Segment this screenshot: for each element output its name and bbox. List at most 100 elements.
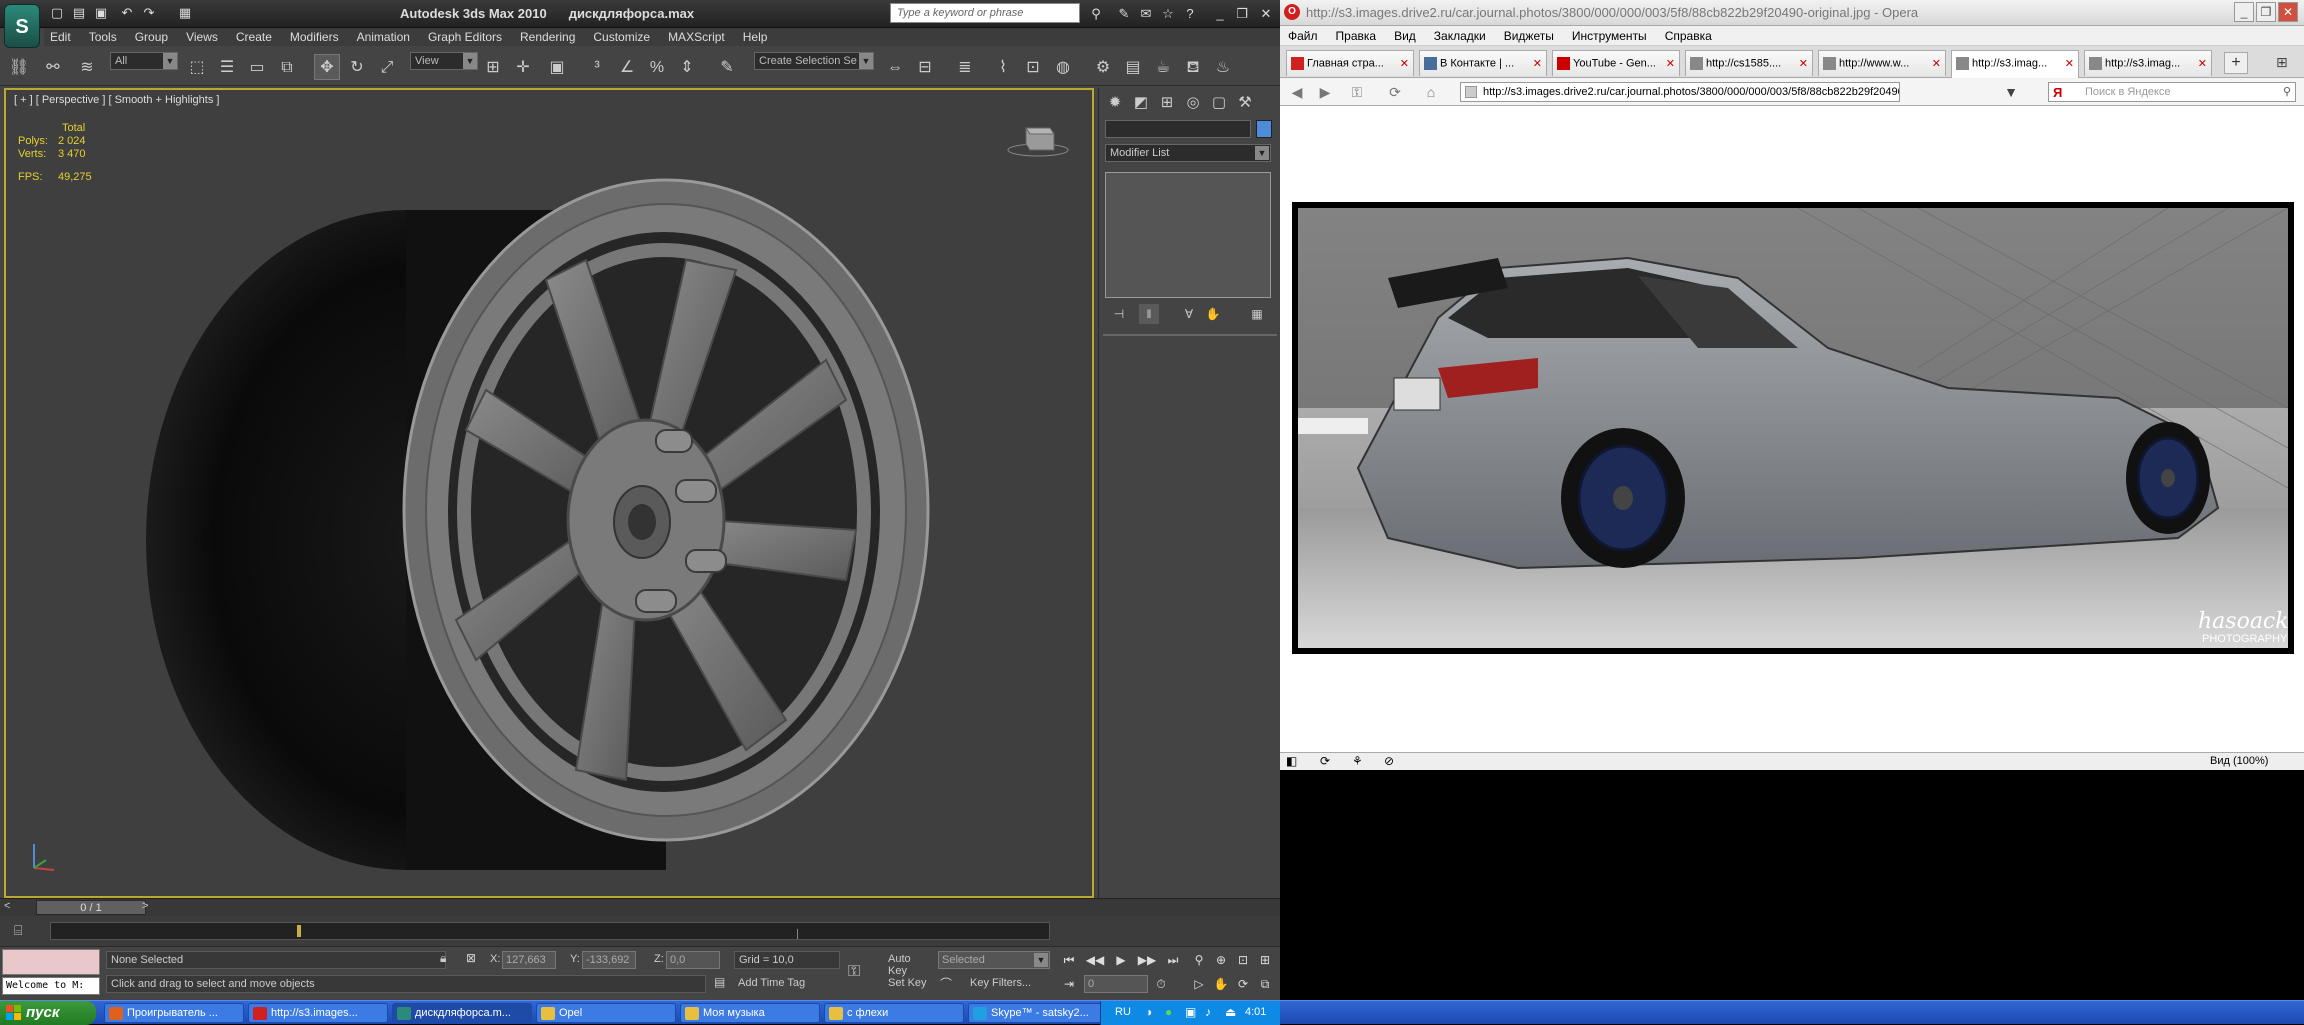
yandex-logo-icon[interactable]: Я bbox=[2053, 85, 2062, 100]
taskbar-item-1[interactable]: http://s3.images... bbox=[248, 1003, 388, 1023]
tab-0[interactable]: Главная стра... ✕ bbox=[1286, 50, 1414, 76]
layer-manager-icon[interactable]: ≣ bbox=[952, 54, 978, 80]
binoculars-icon[interactable]: ⚲ bbox=[1086, 4, 1106, 24]
select-scale-icon[interactable]: ⤢ bbox=[374, 54, 400, 80]
remove-modifier-icon[interactable]: ✋ bbox=[1203, 304, 1223, 324]
tab-1[interactable]: В Контакте | ... ✕ bbox=[1419, 50, 1547, 76]
reference-coord-select[interactable]: View ▼ bbox=[410, 52, 478, 70]
next-frame-icon[interactable]: ▶▶ bbox=[1136, 951, 1158, 969]
menu-views[interactable]: Views bbox=[180, 28, 224, 44]
mini-curve-editor-icon[interactable]: ⌸ bbox=[14, 922, 22, 939]
taskbar-item-3[interactable]: Opel bbox=[536, 1003, 676, 1023]
set-key-icon[interactable]: ⚿ bbox=[848, 963, 860, 981]
project-folder-icon[interactable]: ▦ bbox=[176, 4, 194, 22]
create-tab-icon[interactable]: ✹ bbox=[1103, 92, 1127, 114]
select-object-icon[interactable]: ⬚ bbox=[184, 54, 210, 80]
add-time-tag[interactable]: Add Time Tag bbox=[734, 975, 840, 993]
zoom-icon[interactable]: ⚲ bbox=[1188, 951, 1210, 969]
align-icon[interactable]: ⊟ bbox=[912, 54, 938, 80]
back-icon[interactable]: ◀ bbox=[1286, 82, 1308, 102]
menu-tools[interactable]: Tools bbox=[83, 28, 123, 44]
menu-edit[interactable]: Edit bbox=[44, 28, 77, 44]
taskbar-item-0[interactable]: Проигрыватель ... bbox=[104, 1003, 244, 1023]
taskbar-item-2[interactable]: дискдляфорса.m... bbox=[392, 1003, 532, 1023]
unlink-icon[interactable]: ⚯ bbox=[40, 54, 66, 80]
bind-spacewarp-icon[interactable]: ≋ bbox=[74, 54, 100, 80]
open-file-icon[interactable]: ▤ bbox=[70, 4, 88, 22]
taskbar-item-6[interactable]: Skype™ - satsky2... bbox=[968, 1003, 1108, 1023]
panel-toggle-icon[interactable]: ◧ bbox=[1286, 754, 1297, 768]
show-end-result-icon[interactable]: ‖ bbox=[1139, 304, 1159, 324]
menu-help[interactable]: Справка bbox=[1665, 29, 1712, 43]
menu-file[interactable]: Файл bbox=[1288, 29, 1318, 43]
key-mode-select[interactable]: Selected ▼ bbox=[938, 951, 1050, 969]
quick-render-icon[interactable]: ☕ bbox=[1150, 54, 1176, 80]
field-of-view-icon[interactable]: ▷ bbox=[1188, 975, 1210, 993]
zoom-all-icon[interactable]: ⊕ bbox=[1210, 951, 1232, 969]
modify-tab-icon[interactable]: ◩ bbox=[1129, 92, 1153, 114]
start-button[interactable]: пуск bbox=[0, 1001, 96, 1025]
new-tab-icon[interactable]: + bbox=[2224, 52, 2248, 74]
mirror-icon[interactable]: ⇔ bbox=[882, 54, 908, 80]
close-icon[interactable]: ✕ bbox=[2278, 2, 2298, 22]
lock-selection-icon[interactable]: 🔒︎ bbox=[440, 951, 446, 966]
selection-filter-select[interactable]: All ▼ bbox=[110, 52, 178, 70]
z-coord-field[interactable]: 0,0 bbox=[666, 951, 720, 969]
time-config-icon[interactable]: ⏱ bbox=[1150, 975, 1172, 993]
taskbar-item-4[interactable]: Моя музыка bbox=[680, 1003, 820, 1023]
curve-editor-icon[interactable]: ⌇ bbox=[990, 54, 1016, 80]
tab-3[interactable]: http://cs1585.... ✕ bbox=[1685, 50, 1813, 76]
time-tag-icon[interactable]: ▤ bbox=[714, 975, 725, 989]
tab-close-icon[interactable]: ✕ bbox=[2198, 57, 2207, 70]
hierarchy-tab-icon[interactable]: ⊞ bbox=[1155, 92, 1179, 114]
url-input[interactable]: http://s3.images.drive2.ru/car.journal.p… bbox=[1460, 82, 1900, 102]
max-search-input[interactable]: Type a keyword or phrase bbox=[890, 3, 1080, 23]
keyboard-shortcut-icon[interactable]: ▣ bbox=[544, 54, 570, 80]
clock[interactable]: 4:01 bbox=[1245, 1006, 1266, 1018]
menu-graph-editors[interactable]: Graph Editors bbox=[422, 28, 508, 44]
taskbar-item-5[interactable]: с флехи bbox=[824, 1003, 964, 1023]
tab-close-icon[interactable]: ✕ bbox=[1932, 57, 1941, 70]
select-move-icon[interactable]: ✥ bbox=[314, 54, 340, 80]
close-icon[interactable]: ✕ bbox=[1256, 4, 1276, 24]
url-dropdown-icon[interactable]: ▼ bbox=[2000, 82, 2022, 102]
tab-4[interactable]: http://www.w... ✕ bbox=[1818, 50, 1946, 76]
zoom-control[interactable]: Вид (100%) bbox=[2210, 755, 2268, 767]
favorites-star-icon[interactable]: ☆ bbox=[1158, 4, 1178, 24]
maximize-viewport-icon[interactable]: ⧉ bbox=[1254, 975, 1276, 993]
redo-icon[interactable]: ↷ bbox=[140, 4, 158, 22]
display-tab-icon[interactable]: ▢ bbox=[1207, 92, 1231, 114]
tab-2[interactable]: YouTube - Gen... ✕ bbox=[1552, 50, 1680, 76]
render-setup-icon[interactable]: ⚙ bbox=[1090, 54, 1116, 80]
tab-close-icon[interactable]: ✕ bbox=[1799, 57, 1808, 70]
pivot-center-icon[interactable]: ⊞ bbox=[480, 54, 506, 80]
zoom-extents-all-icon[interactable]: ⊞ bbox=[1254, 951, 1276, 969]
current-frame-field[interactable]: 0 bbox=[1084, 975, 1148, 993]
maxscript-output[interactable]: Welcome to M: bbox=[2, 977, 100, 995]
minimize-icon[interactable]: _ bbox=[1210, 4, 1230, 24]
menu-bookmarks[interactable]: Закладки bbox=[1434, 29, 1486, 43]
undo-icon[interactable]: ↶ bbox=[118, 4, 136, 22]
edit-named-selection-icon[interactable]: ✎ bbox=[714, 54, 740, 80]
spinner-snap-icon[interactable]: ⇕ bbox=[674, 54, 700, 80]
skype-tray-icon[interactable]: ● bbox=[1165, 1005, 1172, 1019]
pin-stack-icon[interactable]: ⊣ bbox=[1109, 304, 1129, 324]
unite-icon[interactable]: ⚘ bbox=[1352, 754, 1363, 768]
antivirus-icon[interactable]: ▣ bbox=[1185, 1005, 1196, 1019]
menu-view[interactable]: Вид bbox=[1394, 29, 1416, 43]
menu-help[interactable]: Help bbox=[737, 28, 774, 44]
make-unique-icon[interactable]: ∀ bbox=[1179, 304, 1199, 324]
zoom-extents-icon[interactable]: ⊡ bbox=[1232, 951, 1254, 969]
menu-edit[interactable]: Правка bbox=[1336, 29, 1377, 43]
yandex-search-input[interactable]: Я Поиск в Яндексе ⚲ bbox=[2048, 82, 2296, 102]
snaps-toggle-icon[interactable]: ³ bbox=[584, 54, 610, 80]
select-rotate-icon[interactable]: ↻ bbox=[344, 54, 370, 80]
wheel-rim-model[interactable] bbox=[46, 100, 1046, 896]
subscription-icon[interactable]: ✎ bbox=[1114, 4, 1134, 24]
new-file-icon[interactable]: ▢ bbox=[48, 4, 66, 22]
pan-view-icon[interactable]: ✋ bbox=[1210, 975, 1232, 993]
menu-widgets[interactable]: Виджеты bbox=[1504, 29, 1554, 43]
modifier-stack[interactable] bbox=[1105, 172, 1271, 298]
object-name-field[interactable] bbox=[1105, 120, 1251, 138]
communication-icon[interactable]: ✉ bbox=[1136, 4, 1156, 24]
